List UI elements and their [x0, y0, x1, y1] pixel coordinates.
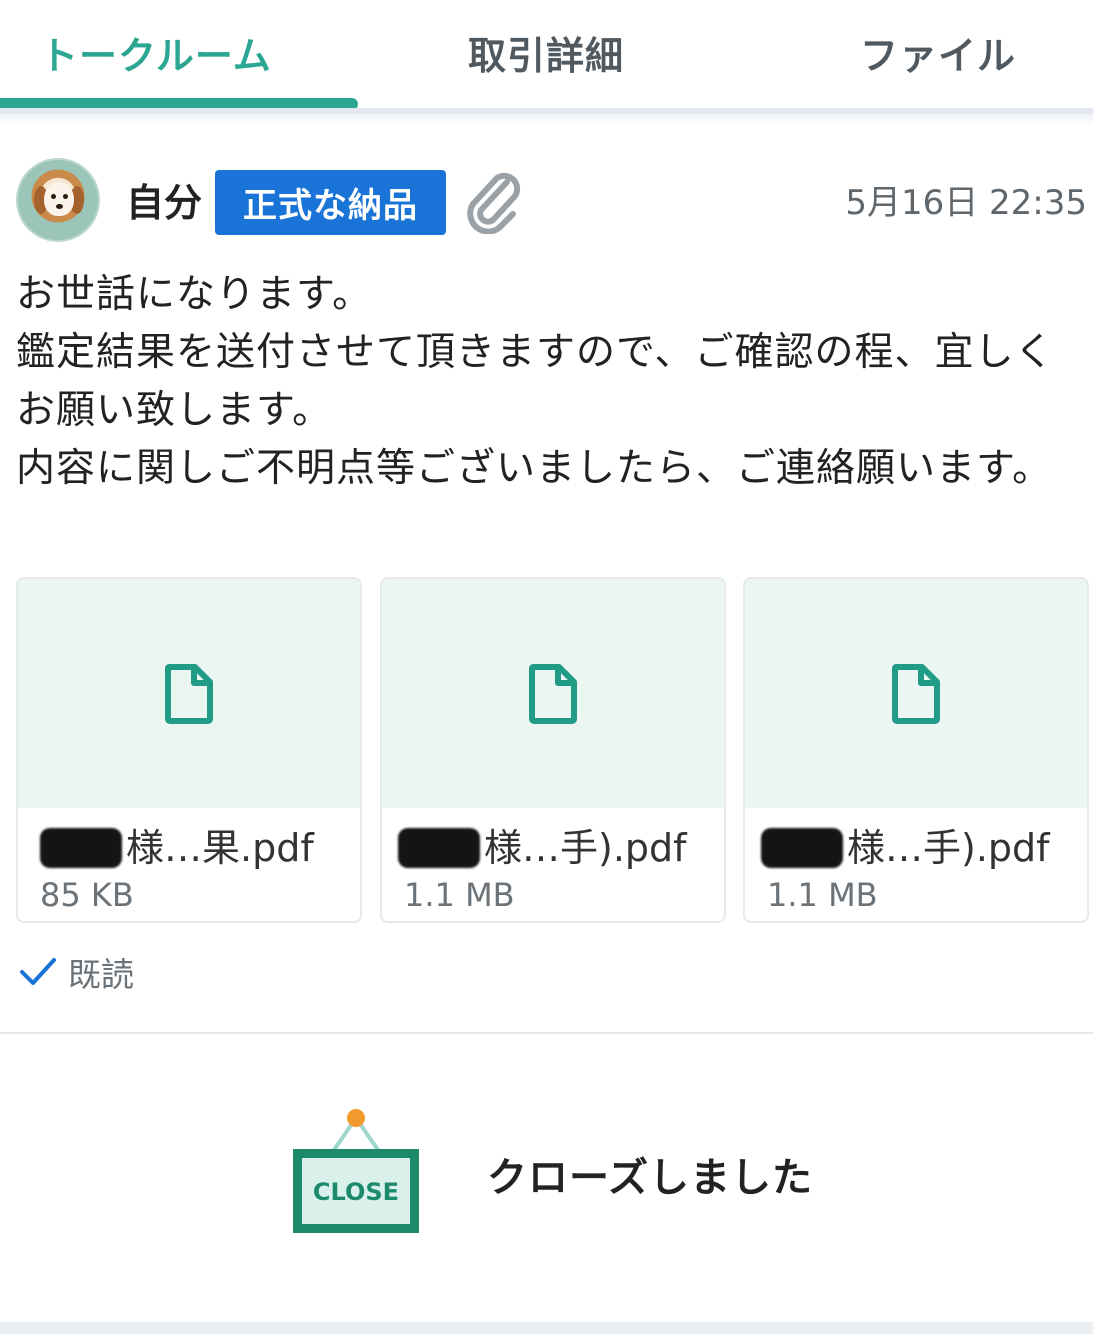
close-sign-text: CLOSE: [313, 1178, 399, 1206]
attachment-size: 1.1 MB: [404, 876, 515, 914]
attachment-thumbnail: [745, 579, 1087, 808]
file-icon: [165, 664, 213, 724]
message-timestamp: 5月16日 22:35: [845, 183, 1087, 223]
attachment-name: 様…果.pdf: [40, 823, 314, 873]
sender-name: 自分: [126, 181, 203, 225]
attachment-size: 1.1 MB: [767, 876, 878, 914]
read-status-label: 既読: [68, 955, 134, 994]
check-icon: [20, 958, 56, 985]
tab-talkroom[interactable]: トークルーム: [40, 22, 272, 82]
attachment-thumbnail: [382, 579, 724, 808]
paperclip-icon: [467, 172, 521, 234]
attachment-card[interactable]: 様…手).pdf 1.1 MB: [380, 577, 726, 923]
read-status: 既読: [18, 948, 134, 996]
attachment-card[interactable]: 様…果.pdf 85 KB: [16, 577, 362, 923]
redacted-name: [398, 828, 480, 868]
tab-bar-shadow: [0, 114, 1093, 126]
file-icon: [529, 664, 577, 724]
attachment-card[interactable]: 様…手).pdf 1.1 MB: [743, 577, 1089, 923]
avatar[interactable]: [16, 158, 100, 242]
message-body: お世話になります。 鑑定結果を送付させて頂きますので、ご確認の程、宜しくお願い致…: [16, 272, 1055, 491]
closed-status-text: クローズしました: [487, 1155, 813, 1201]
tab-bar: トークルーム 取引詳細 ファイル: [0, 0, 1093, 126]
attachment-size: 85 KB: [40, 876, 134, 914]
tab-files[interactable]: ファイル: [860, 22, 1016, 82]
file-icon: [892, 664, 940, 724]
attachment-thumbnail: [18, 579, 360, 808]
bottom-bar: [0, 1322, 1093, 1334]
close-sign-icon: CLOSE: [293, 1109, 419, 1233]
divider: [0, 1032, 1093, 1034]
attachment-name: 様…手).pdf: [398, 823, 687, 873]
attachment-name: 様…手).pdf: [761, 823, 1050, 873]
tab-transaction-details[interactable]: 取引詳細: [468, 22, 624, 82]
redacted-name: [761, 828, 843, 868]
redacted-name: [40, 828, 122, 868]
official-delivery-badge: 正式な納品: [215, 170, 446, 235]
